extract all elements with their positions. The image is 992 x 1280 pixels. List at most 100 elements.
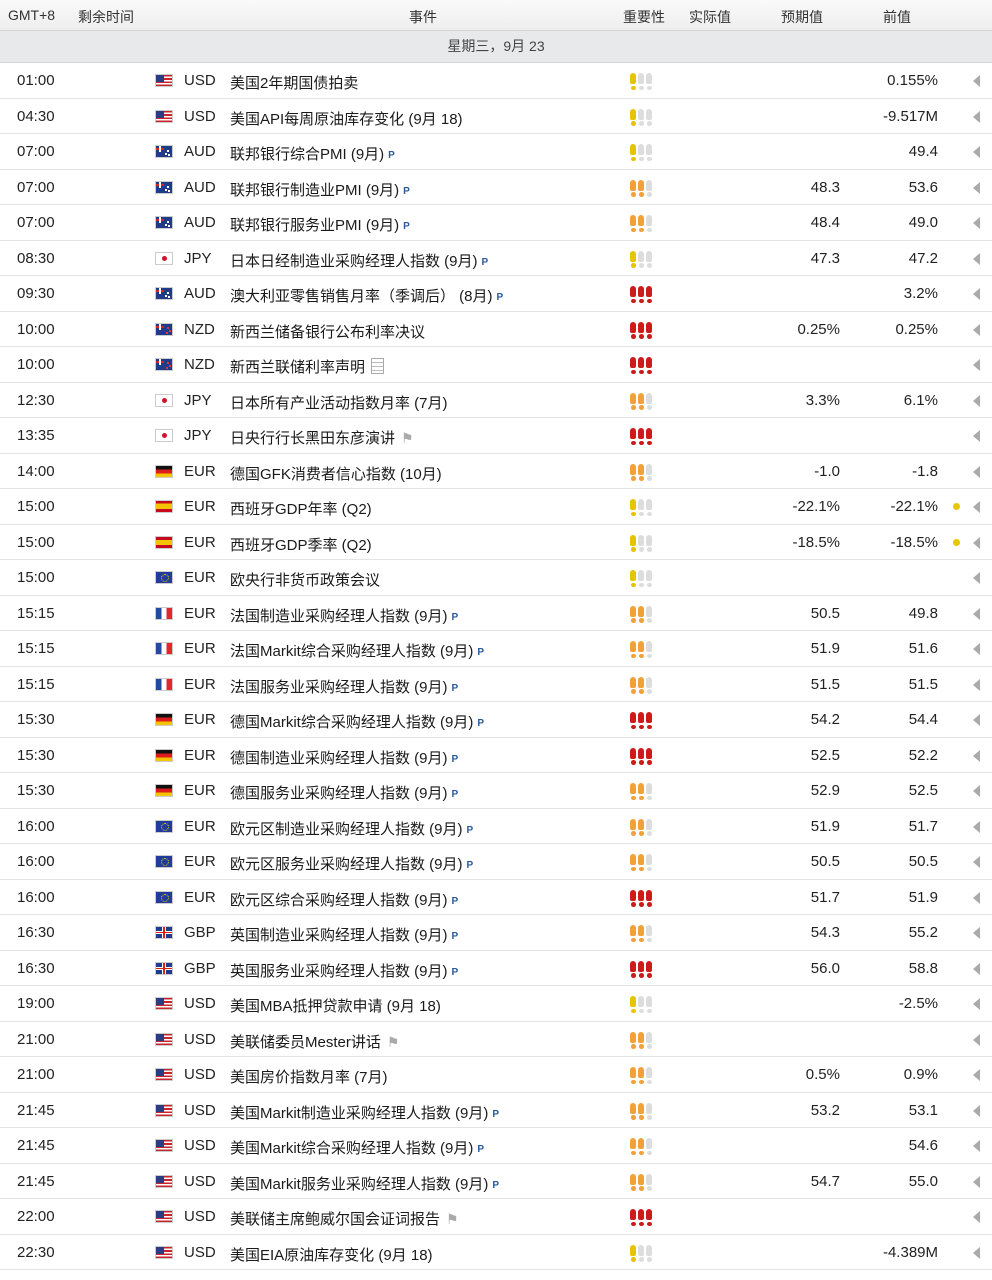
event-title[interactable]: 法国服务业采购经理人指数 (9月)	[230, 679, 448, 696]
event-link[interactable]: 美国2年期国债拍卖	[230, 72, 358, 93]
expand-arrow-icon[interactable]	[973, 1069, 980, 1081]
event-link[interactable]: 德国制造业采购经理人指数 (9月) P	[230, 747, 458, 768]
event-link[interactable]: 联邦银行制造业PMI (9月) P	[230, 179, 410, 200]
event-link[interactable]: 美国Markit综合采购经理人指数 (9月) P	[230, 1137, 484, 1158]
event-link[interactable]: 欧元区制造业采购经理人指数 (9月) P	[230, 818, 473, 839]
table-row[interactable]: 15:30 EUR 德国制造业采购经理人指数 (9月) P 52.5 52.2	[0, 738, 992, 773]
event-title[interactable]: 日本日经制造业采购经理人指数 (9月)	[230, 253, 478, 270]
event-title[interactable]: 美联储委员Mester讲话	[230, 1034, 381, 1051]
expand-arrow-icon[interactable]	[973, 785, 980, 797]
event-link[interactable]: 日央行行长黑田东彦演讲 ⚑	[230, 427, 414, 448]
event-link[interactable]: 美国EIA原油库存变化 (9月 18)	[230, 1244, 433, 1265]
event-link[interactable]: 美联储主席鲍威尔国会证词报告 ⚑	[230, 1208, 459, 1229]
event-title[interactable]: 联邦银行服务业PMI (9月)	[230, 217, 399, 234]
expand-arrow-icon[interactable]	[973, 678, 980, 691]
table-row[interactable]: 15:30 EUR 德国Markit综合采购经理人指数 (9月) P 54.2 54.4	[0, 702, 992, 738]
table-row[interactable]: 04:30 USD 美国API每周原油库存变化 (9月 18) -9.517M	[0, 99, 992, 134]
event-title[interactable]: 澳大利亚零售销售月率（季调后） (8月)	[230, 288, 493, 305]
event-title[interactable]: 西班牙GDP年率 (Q2)	[230, 501, 372, 518]
expand-arrow-icon[interactable]	[973, 323, 980, 336]
event-title[interactable]: 英国服务业采购经理人指数 (9月)	[230, 963, 448, 980]
table-row[interactable]: 15:00 EUR 欧央行非货币政策会议	[0, 560, 992, 596]
event-link[interactable]: 英国制造业采购经理人指数 (9月) P	[230, 924, 458, 945]
expand-arrow-icon[interactable]	[973, 394, 980, 407]
table-row[interactable]: 22:00 USD 美联储主席鲍威尔国会证词报告 ⚑	[0, 1199, 992, 1235]
expand-arrow-icon[interactable]	[973, 1033, 980, 1046]
event-link[interactable]: 欧元区服务业采购经理人指数 (9月) P	[230, 853, 473, 874]
event-title[interactable]: 德国制造业采购经理人指数 (9月)	[230, 750, 448, 767]
expand-arrow-icon[interactable]	[973, 536, 980, 549]
event-title[interactable]: 美联储主席鲍威尔国会证词报告	[230, 1211, 440, 1228]
event-title[interactable]: 德国GFK消费者信心指数 (10月)	[230, 466, 442, 483]
table-row[interactable]: 10:00 NZD 新西兰联储利率声明	[0, 347, 992, 383]
event-link[interactable]: 德国Markit综合采购经理人指数 (9月) P	[230, 711, 484, 732]
event-title[interactable]: 新西兰储备银行公布利率决议	[230, 324, 425, 341]
event-title[interactable]: 新西兰联储利率声明	[230, 359, 365, 376]
event-title[interactable]: 欧央行非货币政策会议	[230, 572, 380, 589]
event-title[interactable]: 德国服务业采购经理人指数 (9月)	[230, 785, 448, 802]
event-link[interactable]: 德国服务业采购经理人指数 (9月) P	[230, 782, 458, 803]
table-row[interactable]: 16:30 GBP 英国制造业采购经理人指数 (9月) P 54.3 55.2	[0, 915, 992, 951]
table-row[interactable]: 14:00 EUR 德国GFK消费者信心指数 (10月) -1.0 -1.8	[0, 454, 992, 489]
expand-arrow-icon[interactable]	[973, 1140, 980, 1152]
event-link[interactable]: 美联储委员Mester讲话 ⚑	[230, 1031, 399, 1052]
table-row[interactable]: 01:00 USD 美国2年期国债拍卖 0.155%	[0, 63, 992, 99]
event-title[interactable]: 美国Markit制造业采购经理人指数 (9月)	[230, 1105, 488, 1122]
event-link[interactable]: 英国服务业采购经理人指数 (9月) P	[230, 960, 458, 981]
table-row[interactable]: 21:45 USD 美国Markit服务业采购经理人指数 (9月) P 54.7 55.0	[0, 1164, 992, 1199]
event-link[interactable]: 西班牙GDP季率 (Q2)	[230, 534, 372, 555]
event-title[interactable]: 德国Markit综合采购经理人指数 (9月)	[230, 714, 473, 731]
event-link[interactable]: 欧元区综合采购经理人指数 (9月) P	[230, 889, 458, 910]
event-link[interactable]: 新西兰储备银行公布利率决议	[230, 321, 425, 342]
event-link[interactable]: 美国房价指数月率 (7月)	[230, 1066, 388, 1087]
event-title[interactable]: 日本所有产业活动指数月率 (7月)	[230, 395, 448, 412]
table-row[interactable]: 10:00 NZD 新西兰储备银行公布利率决议 0.25% 0.25%	[0, 312, 992, 347]
expand-arrow-icon[interactable]	[973, 252, 980, 265]
event-title[interactable]: 日央行行长黑田东彦演讲	[230, 430, 395, 447]
expand-arrow-icon[interactable]	[973, 856, 980, 868]
expand-arrow-icon[interactable]	[973, 288, 980, 300]
expand-arrow-icon[interactable]	[973, 962, 980, 975]
event-link[interactable]: 新西兰联储利率声明	[230, 356, 385, 377]
event-title[interactable]: 欧元区综合采购经理人指数 (9月)	[230, 892, 448, 909]
expand-arrow-icon[interactable]	[973, 359, 980, 371]
expand-arrow-icon[interactable]	[973, 572, 980, 584]
event-link[interactable]: 法国Markit综合采购经理人指数 (9月) P	[230, 640, 484, 661]
table-row[interactable]: 15:00 EUR 西班牙GDP季率 (Q2) -18.5% -18.5%	[0, 525, 992, 560]
table-row[interactable]: 16:30 GBP 英国服务业采购经理人指数 (9月) P 56.0 58.8	[0, 951, 992, 986]
event-link[interactable]: 美国API每周原油库存变化 (9月 18)	[230, 108, 463, 129]
expand-arrow-icon[interactable]	[973, 75, 980, 87]
table-row[interactable]: 08:30 JPY 日本日经制造业采购经理人指数 (9月) P 47.3 47.2	[0, 241, 992, 276]
table-row[interactable]: 22:30 USD 美国EIA原油库存变化 (9月 18) -4.389M	[0, 1235, 992, 1270]
table-row[interactable]: 21:00 USD 美国房价指数月率 (7月) 0.5% 0.9%	[0, 1057, 992, 1093]
expand-arrow-icon[interactable]	[973, 820, 980, 833]
table-row[interactable]: 15:15 EUR 法国制造业采购经理人指数 (9月) P 50.5 49.8	[0, 596, 992, 631]
table-row[interactable]: 16:00 EUR 欧元区制造业采购经理人指数 (9月) P 51.9 51.7	[0, 809, 992, 844]
expand-arrow-icon[interactable]	[973, 217, 980, 229]
event-title[interactable]: 联邦银行综合PMI (9月)	[230, 146, 384, 163]
table-row[interactable]: 07:00 AUD 联邦银行服务业PMI (9月) P 48.4 49.0	[0, 205, 992, 241]
table-row[interactable]: 13:35 JPY 日央行行长黑田东彦演讲 ⚑	[0, 418, 992, 454]
table-row[interactable]: 15:00 EUR 西班牙GDP年率 (Q2) -22.1% -22.1%	[0, 489, 992, 525]
event-link[interactable]: 西班牙GDP年率 (Q2)	[230, 498, 372, 519]
event-link[interactable]: 欧央行非货币政策会议	[230, 569, 380, 590]
table-row[interactable]: 21:45 USD 美国Markit综合采购经理人指数 (9月) P 54.6	[0, 1128, 992, 1164]
event-link[interactable]: 美国MBA抵押贷款申请 (9月 18)	[230, 995, 441, 1016]
expand-arrow-icon[interactable]	[973, 607, 980, 620]
expand-arrow-icon[interactable]	[973, 465, 980, 478]
event-title[interactable]: 美国2年期国债拍卖	[230, 75, 358, 92]
event-title[interactable]: 美国MBA抵押贷款申请 (9月 18)	[230, 998, 441, 1015]
event-title[interactable]: 美国Markit综合采购经理人指数 (9月)	[230, 1140, 473, 1157]
table-row[interactable]: 21:00 USD 美联储委员Mester讲话 ⚑	[0, 1022, 992, 1057]
table-row[interactable]: 16:00 EUR 欧元区综合采购经理人指数 (9月) P 51.7 51.9	[0, 880, 992, 915]
event-title[interactable]: 联邦银行制造业PMI (9月)	[230, 182, 399, 199]
expand-arrow-icon[interactable]	[973, 927, 980, 939]
event-title[interactable]: 美国EIA原油库存变化 (9月 18)	[230, 1247, 433, 1264]
expand-arrow-icon[interactable]	[973, 181, 980, 194]
expand-arrow-icon[interactable]	[973, 998, 980, 1010]
table-row[interactable]: 16:00 EUR 欧元区服务业采购经理人指数 (9月) P 50.5 50.5	[0, 844, 992, 880]
event-link[interactable]: 日本所有产业活动指数月率 (7月)	[230, 392, 448, 413]
expand-arrow-icon[interactable]	[973, 430, 980, 442]
expand-arrow-icon[interactable]	[973, 714, 980, 726]
event-title[interactable]: 美国Markit服务业采购经理人指数 (9月)	[230, 1176, 488, 1193]
